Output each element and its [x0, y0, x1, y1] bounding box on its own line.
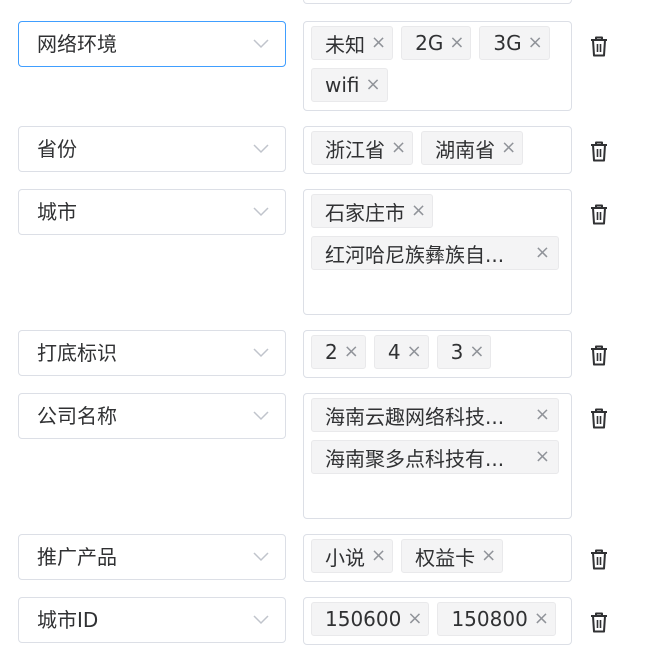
tag: 150800 × [437, 602, 556, 636]
close-icon[interactable]: × [344, 343, 359, 361]
close-icon[interactable]: × [449, 34, 464, 52]
tag: 4 × [373, 335, 429, 369]
tag: 浙江省 × [311, 131, 414, 165]
tag: 未知 × [311, 26, 394, 60]
previous-tag-box-edge [303, 0, 572, 4]
close-icon[interactable]: × [366, 76, 381, 94]
tag-label: 石家庄市 [325, 200, 405, 225]
tag: 海南聚多点科技有... × [311, 440, 559, 474]
field-select-value: 省份 [37, 137, 77, 161]
tag-select[interactable]: 150600 × 150800 × [303, 597, 572, 645]
tag: 权益卡 × [401, 539, 504, 573]
tag-select[interactable]: 未知 × 2G × 3G × wifi × [303, 21, 572, 111]
field-select-value: 推广产品 [37, 545, 117, 569]
close-icon[interactable]: × [407, 343, 422, 361]
tag-label: 3G [493, 31, 522, 55]
trash-icon[interactable] [588, 35, 610, 57]
trash-icon[interactable] [588, 203, 610, 225]
field-select-value: 城市 [37, 200, 77, 224]
close-icon[interactable]: × [391, 139, 406, 157]
tag-select[interactable]: 2 × 4 × 3 × [303, 330, 572, 378]
field-select[interactable]: 城市ID [18, 597, 286, 643]
trash-icon[interactable] [588, 140, 610, 162]
tag-label: 2 [325, 340, 338, 364]
tag: 海南云趣网络科技... × [311, 398, 559, 432]
trash-icon[interactable] [588, 407, 610, 429]
tag: wifi × [311, 68, 388, 102]
tag-select[interactable]: 石家庄市 × 红河哈尼族彝族自... × [303, 189, 572, 315]
chevron-down-icon [253, 22, 269, 66]
tag-select[interactable]: 海南云趣网络科技... × 海南聚多点科技有... × [303, 393, 572, 519]
close-icon[interactable]: × [371, 34, 386, 52]
close-icon[interactable]: × [501, 139, 516, 157]
field-select[interactable]: 推广产品 [18, 534, 286, 580]
tag-select[interactable]: 浙江省 × 湖南省 × [303, 126, 572, 174]
tag: 2G × [401, 26, 472, 60]
tag-label: 权益卡 [415, 545, 476, 570]
tag-label: 4 [387, 340, 401, 364]
tag-label: 3 [450, 340, 464, 364]
field-select[interactable]: 公司名称 [18, 393, 286, 439]
field-select-value: 城市ID [37, 608, 99, 632]
chevron-down-icon [253, 127, 269, 171]
field-select-value: 网络环境 [37, 32, 117, 56]
field-select-value: 打底标识 [37, 341, 117, 365]
tag: 3G × [479, 26, 550, 60]
tag: 湖南省 × [421, 131, 524, 165]
close-icon[interactable]: × [411, 202, 426, 220]
trash-icon[interactable] [588, 611, 610, 633]
chevron-down-icon [253, 331, 269, 375]
field-select-value: 公司名称 [37, 404, 117, 428]
close-icon[interactable]: × [371, 547, 386, 565]
tag-label: 海南云趣网络科技... [325, 404, 505, 429]
tag: 150600 × [311, 602, 430, 636]
close-icon[interactable]: × [407, 610, 422, 628]
tag: 2 × [311, 335, 366, 369]
close-icon[interactable]: × [469, 343, 484, 361]
chevron-down-icon [253, 598, 269, 642]
chevron-down-icon [253, 394, 269, 438]
trash-icon[interactable] [588, 548, 610, 570]
tag-label: 海南聚多点科技有... [325, 446, 505, 471]
chevron-down-icon [253, 535, 269, 579]
tag-label: 湖南省 [435, 137, 496, 162]
trash-icon[interactable] [588, 344, 610, 366]
tag-label: 150800 [451, 607, 528, 631]
tag-label: wifi [325, 73, 360, 97]
close-icon[interactable]: × [528, 34, 543, 52]
field-select[interactable]: 城市 [18, 189, 286, 235]
tag-label: 小说 [325, 545, 365, 570]
close-icon[interactable]: × [535, 448, 550, 466]
chevron-down-icon [253, 190, 269, 234]
tag-select[interactable]: 小说 × 权益卡 × [303, 534, 572, 582]
field-select[interactable]: 打底标识 [18, 330, 286, 376]
tag-label: 150600 [325, 607, 402, 631]
tag-label: 2G [415, 31, 444, 55]
tag-label: 未知 [325, 32, 365, 57]
close-icon[interactable]: × [535, 406, 550, 424]
close-icon[interactable]: × [535, 244, 550, 262]
close-icon[interactable]: × [481, 547, 496, 565]
field-select[interactable]: 省份 [18, 126, 286, 172]
tag: 红河哈尼族彝族自... × [311, 236, 559, 270]
tag-label: 红河哈尼族彝族自... [325, 242, 505, 267]
field-select[interactable]: 网络环境 [18, 21, 286, 67]
close-icon[interactable]: × [534, 610, 549, 628]
tag: 3 × [436, 335, 492, 369]
tag: 小说 × [311, 539, 394, 573]
tag-label: 浙江省 [325, 137, 385, 162]
tag: 石家庄市 × [311, 194, 434, 228]
